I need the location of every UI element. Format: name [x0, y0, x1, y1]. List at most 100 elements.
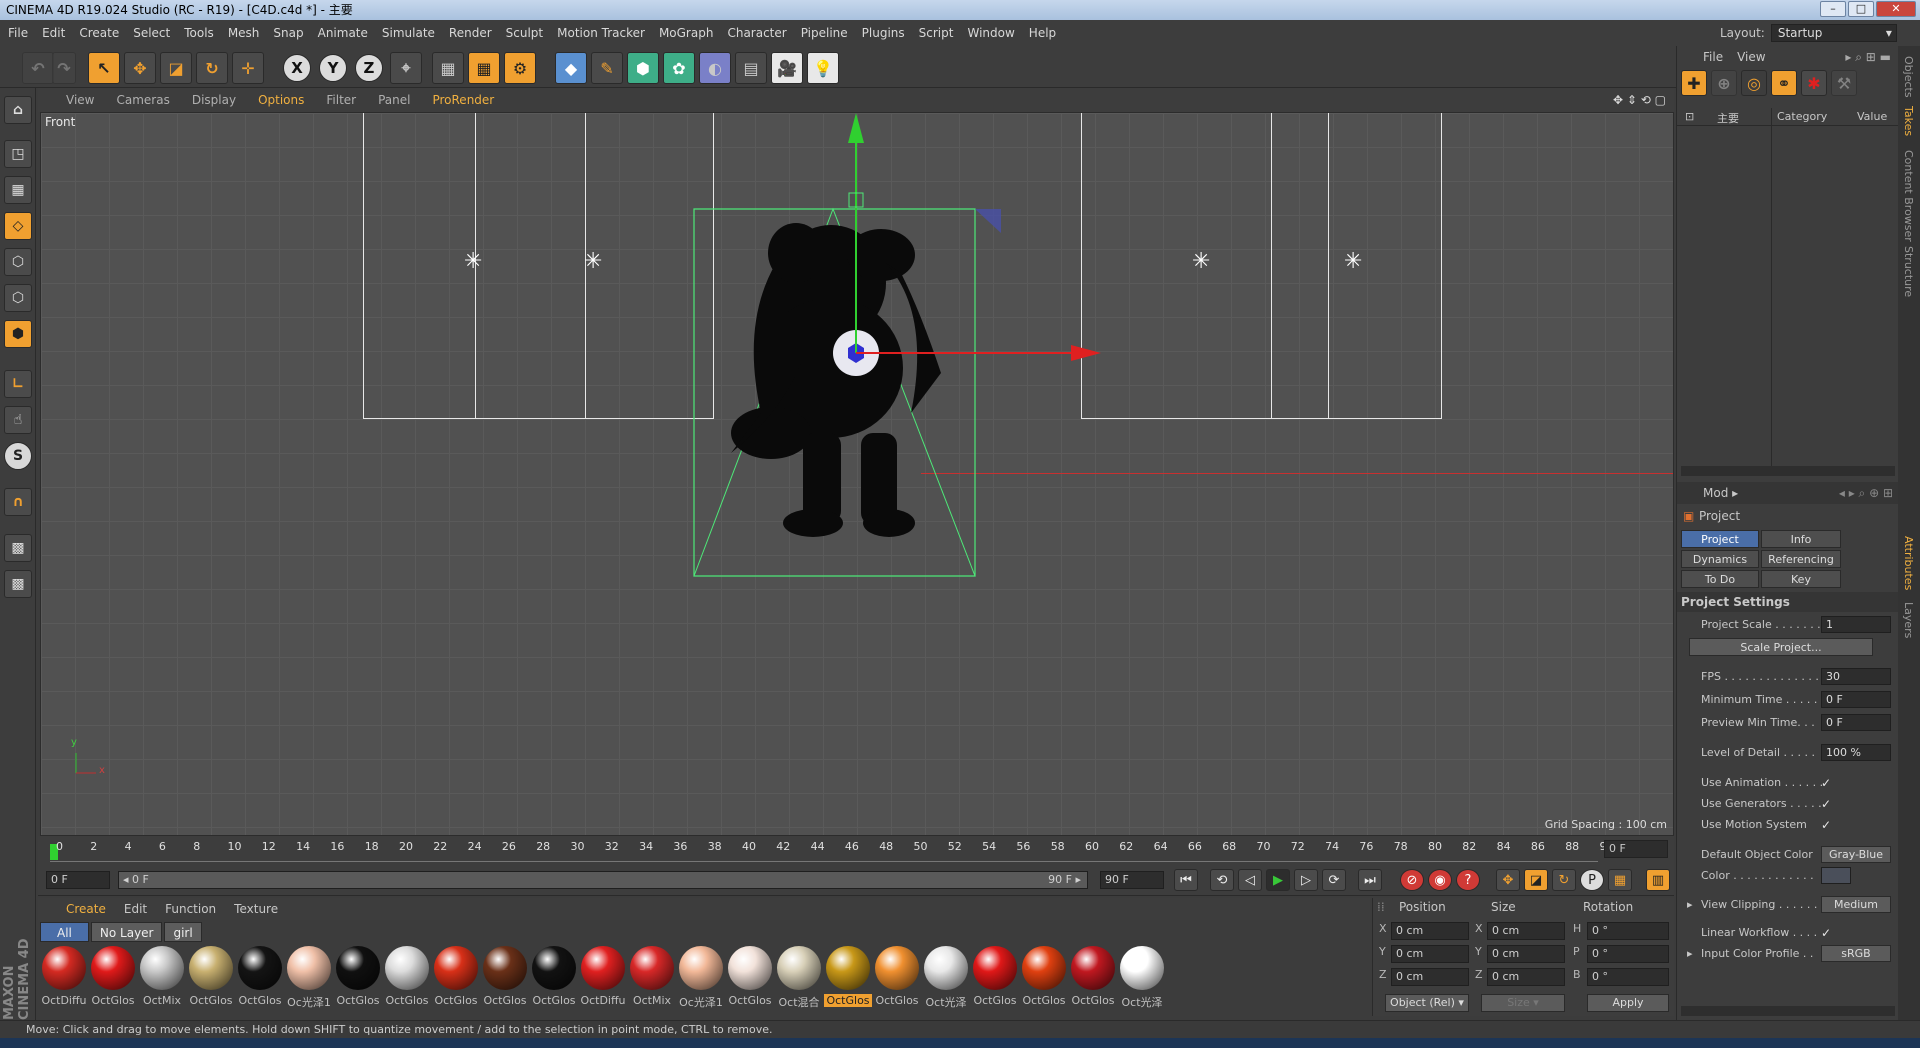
- keyframe-selection-icon[interactable]: ?: [1456, 869, 1480, 891]
- side-tab-content-browser[interactable]: Content Browser: [1902, 150, 1915, 242]
- tab-info[interactable]: Info: [1761, 530, 1841, 548]
- menu-pipeline[interactable]: Pipeline: [801, 26, 848, 40]
- key-rotation-icon[interactable]: ↻: [1552, 869, 1576, 891]
- position-field[interactable]: 0 cm: [1391, 945, 1469, 963]
- tab-key-interpolation[interactable]: Key Interpolation: [1761, 570, 1841, 604]
- go-to-end-icon[interactable]: ⏭: [1358, 869, 1382, 891]
- rotation-field[interactable]: 0 °: [1587, 945, 1669, 963]
- rotation-field[interactable]: 0 °: [1587, 968, 1669, 986]
- material-swatch[interactable]: OctGlos: [187, 944, 235, 1010]
- color-swatch[interactable]: [1821, 867, 1851, 884]
- undo-button[interactable]: ↶: [22, 52, 54, 84]
- linear-workflow-checkbox[interactable]: ✓: [1821, 924, 1831, 942]
- planar-workplane-icon[interactable]: ▩: [4, 570, 32, 598]
- side-tab-layers[interactable]: Layers: [1902, 602, 1915, 638]
- attributes-nav-icons[interactable]: ◂ ▸ ⌕ ⊕ ⊞: [1839, 482, 1893, 504]
- material-swatch[interactable]: OctGlos: [873, 944, 921, 1010]
- go-to-start-icon[interactable]: ⏮: [1174, 869, 1198, 891]
- timeline-ruler[interactable]: 0 2 4 6 8 10 12 14 16 18 20 22 24 26 28 30 32 34 36 38 40 42 4…: [50, 840, 1614, 862]
- viewport-menu-options[interactable]: Options: [258, 93, 304, 107]
- next-frame-icon[interactable]: ▷: [1294, 869, 1318, 891]
- viewport-menu-display[interactable]: Display: [192, 93, 236, 107]
- menu-help[interactable]: Help: [1029, 26, 1056, 40]
- timeline-frame-field[interactable]: 0 F: [1604, 840, 1668, 858]
- main-take-name[interactable]: 主要: [1717, 110, 1739, 126]
- material-swatch[interactable]: OctGlos: [971, 944, 1019, 1010]
- menu-plugins[interactable]: Plugins: [862, 26, 905, 40]
- cloner-icon[interactable]: ✿: [663, 52, 695, 84]
- objects-scrollbar[interactable]: [1681, 466, 1895, 476]
- previous-key-icon[interactable]: ⟲: [1210, 869, 1234, 891]
- material-swatch[interactable]: OctGlos: [726, 944, 774, 1010]
- side-tab-objects[interactable]: Objects: [1902, 56, 1915, 98]
- y-axis-lock-button[interactable]: Y: [319, 54, 347, 82]
- x-axis-lock-button[interactable]: X: [283, 54, 311, 82]
- viewport-menu-prorender[interactable]: ProRender: [432, 93, 494, 107]
- previous-frame-icon[interactable]: ◁: [1238, 869, 1262, 891]
- axis-mode-icon[interactable]: ∟: [4, 370, 32, 398]
- menu-select[interactable]: Select: [133, 26, 170, 40]
- level-of-detail-field[interactable]: 100 %: [1821, 744, 1891, 761]
- render-picture-viewer-icon[interactable]: ▦: [468, 52, 500, 84]
- fps-field[interactable]: 30: [1821, 668, 1891, 685]
- layout-select[interactable]: Startup ▾: [1770, 24, 1897, 42]
- size-field[interactable]: 0 cm: [1487, 922, 1565, 940]
- key-position-icon[interactable]: ✥: [1496, 869, 1520, 891]
- light-icon[interactable]: 💡: [807, 52, 839, 84]
- material-swatch[interactable]: OctGlos: [1020, 944, 1068, 1010]
- range-slider[interactable]: ◂ 0 F 90 F ▸: [118, 871, 1088, 889]
- viewport-front[interactable]: Front ✳ ✳ ✳ ✳ y x Grid Spacing: 100 cm: [40, 112, 1674, 836]
- menu-mesh[interactable]: Mesh: [228, 26, 260, 40]
- filter-all[interactable]: All: [40, 922, 89, 942]
- material-menu-create[interactable]: Create: [66, 902, 106, 916]
- menu-create[interactable]: Create: [79, 26, 119, 40]
- filter-girl[interactable]: girl: [164, 922, 202, 942]
- menu-tools[interactable]: Tools: [184, 26, 214, 40]
- override-record-icon[interactable]: ✱: [1801, 70, 1827, 96]
- menu-snap[interactable]: Snap: [273, 26, 303, 40]
- material-swatch[interactable]: Oct光泽: [922, 944, 970, 1010]
- record-keys-icon[interactable]: ⊘: [1400, 869, 1424, 891]
- material-swatch[interactable]: OctGlos: [432, 944, 480, 1010]
- material-swatch[interactable]: OctGlos: [530, 944, 578, 1010]
- size-mode-select[interactable]: Size ▾: [1481, 994, 1565, 1012]
- move-tool-button[interactable]: ✥: [124, 52, 156, 84]
- material-swatch[interactable]: OctGlos: [334, 944, 382, 1010]
- side-tab-takes[interactable]: Takes: [1902, 106, 1915, 136]
- timeline[interactable]: 0 2 4 6 8 10 12 14 16 18 20 22 24 26 28 30 32 34 36 38 40 42 4…: [38, 836, 1674, 864]
- use-generators-checkbox[interactable]: ✓: [1821, 795, 1831, 813]
- play-icon[interactable]: ▶: [1266, 869, 1290, 891]
- material-swatch[interactable]: OctGlos: [824, 944, 872, 1010]
- expand-arrow-icon[interactable]: ▸: [1687, 945, 1693, 963]
- rotate-tool-button[interactable]: ↻: [196, 52, 228, 84]
- redo-button[interactable]: ↷: [52, 52, 76, 84]
- material-swatch[interactable]: OctGlos: [89, 944, 137, 1010]
- current-frame-field[interactable]: 0 F: [46, 871, 110, 889]
- material-swatch[interactable]: OctDiffu: [40, 944, 88, 1010]
- scale-project-button[interactable]: Scale Project...: [1689, 638, 1873, 656]
- minimize-button[interactable]: –: [1820, 1, 1846, 17]
- tab-project-settings[interactable]: Project Settings: [1681, 530, 1759, 564]
- material-swatch[interactable]: Oc光泽1: [677, 944, 725, 1010]
- texture-mode-icon[interactable]: ▦: [4, 176, 32, 204]
- attributes-mode-menu[interactable]: Mod: [1703, 486, 1728, 500]
- coord-mode-select[interactable]: Object (Rel) ▾: [1385, 994, 1469, 1012]
- floor-icon[interactable]: ▤: [735, 52, 767, 84]
- value-column[interactable]: Value: [1857, 110, 1887, 123]
- auto-key-icon[interactable]: ◉: [1428, 869, 1452, 891]
- tab-dynamics[interactable]: Dynamics: [1681, 550, 1759, 568]
- objects-menu-file[interactable]: File: [1703, 50, 1723, 64]
- attributes-scrollbar[interactable]: [1681, 1006, 1895, 1016]
- render-view-icon[interactable]: ▦: [432, 52, 464, 84]
- size-field[interactable]: 0 cm: [1487, 968, 1565, 986]
- material-swatch[interactable]: OctGlos: [236, 944, 284, 1010]
- filter-no-layer[interactable]: No Layer: [90, 922, 163, 942]
- points-mode-icon[interactable]: ⬡: [4, 248, 32, 276]
- tab-referencing[interactable]: Referencing: [1761, 550, 1841, 568]
- menu-simulate[interactable]: Simulate: [382, 26, 435, 40]
- minimum-time-field[interactable]: 0 F: [1821, 691, 1891, 708]
- maximize-button[interactable]: □: [1848, 1, 1874, 17]
- view-clipping-select[interactable]: Medium: [1821, 896, 1891, 913]
- camera-icon[interactable]: 🎥: [771, 52, 803, 84]
- lock-workplane-icon[interactable]: ▩: [4, 534, 32, 562]
